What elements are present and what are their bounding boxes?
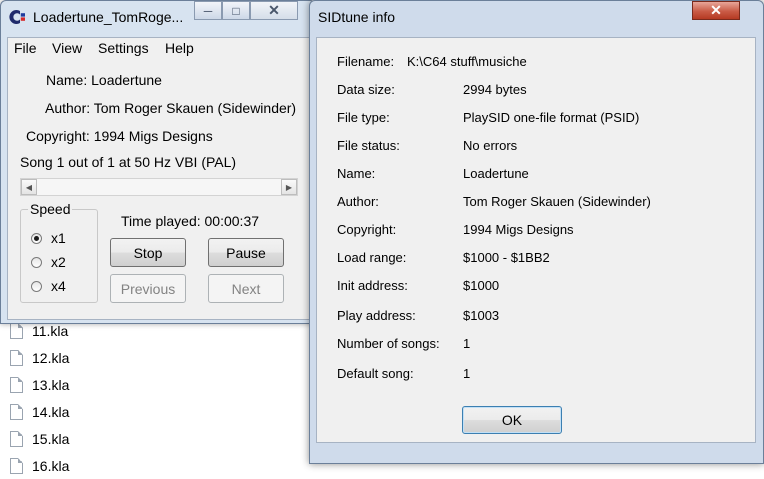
file-row[interactable]: 13.kla bbox=[0, 372, 320, 398]
close-button[interactable]: ✕ bbox=[250, 1, 298, 20]
speed-x1-label: x1 bbox=[51, 230, 66, 246]
file-icon bbox=[10, 431, 23, 447]
file-icon bbox=[10, 404, 23, 420]
filename-value: K:\C64 stuff\musiche bbox=[407, 54, 527, 69]
file-status-value: No errors bbox=[463, 138, 518, 153]
speed-caption: Speed bbox=[28, 201, 73, 217]
song-info: Song 1 out of 1 at 50 Hz VBI (PAL) bbox=[20, 154, 237, 170]
radio-unselected-icon bbox=[31, 256, 42, 268]
file-name: 12.kla bbox=[32, 350, 70, 366]
number-of-songs-value: 1 bbox=[463, 336, 471, 351]
file-name: 15.kla bbox=[32, 431, 70, 447]
filename-label: Filename: bbox=[337, 54, 395, 69]
speed-x2-radio[interactable]: x2 bbox=[31, 254, 66, 270]
player-window: Loadertune_TomRoge... ─ □ ✕ File View Se… bbox=[0, 0, 316, 324]
pause-button[interactable]: Pause bbox=[208, 238, 284, 267]
tune-copyright: Copyright: 1994 Migs Designs bbox=[26, 128, 213, 144]
default-song-value: 1 bbox=[463, 366, 471, 381]
load-range-label: Load range: bbox=[337, 250, 407, 265]
commodore-logo-icon bbox=[9, 10, 25, 24]
file-status-label: File status: bbox=[337, 138, 400, 153]
copyright-value: 1994 Migs Designs bbox=[463, 222, 574, 237]
minimize-icon: ─ bbox=[203, 3, 213, 18]
speed-x1-radio[interactable]: x1 bbox=[31, 230, 66, 246]
ok-button[interactable]: OK bbox=[462, 406, 562, 434]
info-close-button[interactable]: ✕ bbox=[692, 1, 740, 20]
radio-selected-icon bbox=[31, 232, 42, 244]
init-address-label: Init address: bbox=[337, 278, 408, 293]
default-song-label: Default song: bbox=[337, 366, 414, 381]
file-type-label: File type: bbox=[337, 110, 390, 125]
speed-x4-radio[interactable]: x4 bbox=[31, 278, 66, 294]
speed-x2-label: x2 bbox=[51, 254, 66, 270]
data-size-value: 2994 bytes bbox=[463, 82, 527, 97]
number-of-songs-label: Number of songs: bbox=[337, 336, 440, 351]
speed-group: Speed x1 x2 x4 bbox=[20, 201, 98, 303]
song-position-scrollbar[interactable]: ◀ ▶ bbox=[20, 178, 298, 196]
file-icon bbox=[10, 458, 23, 474]
close-icon: ✕ bbox=[268, 2, 280, 18]
stop-button[interactable]: Stop bbox=[110, 238, 186, 267]
menu-file[interactable]: File bbox=[14, 40, 37, 56]
name-label: Name: bbox=[337, 166, 376, 181]
maximize-button[interactable]: □ bbox=[222, 1, 250, 20]
previous-button[interactable]: Previous bbox=[110, 274, 186, 303]
sidtune-info-window: SIDtune info ✕ Filename: K:\C64 stuff\mu… bbox=[309, 0, 764, 464]
file-icon bbox=[10, 323, 23, 339]
file-name: 13.kla bbox=[32, 377, 70, 393]
file-row[interactable]: 15.kla bbox=[0, 426, 320, 452]
data-size-label: Data size: bbox=[337, 82, 395, 97]
speed-x4-label: x4 bbox=[51, 278, 66, 294]
file-name: 14.kla bbox=[32, 404, 70, 420]
file-name: 16.kla bbox=[32, 458, 70, 474]
info-client-area: Filename: K:\C64 stuff\musiche Data size… bbox=[316, 37, 756, 443]
scroll-left-arrow-icon[interactable]: ◀ bbox=[21, 179, 37, 195]
tune-name: Name: Loadertune bbox=[46, 72, 162, 88]
maximize-icon: □ bbox=[232, 3, 240, 18]
copyright-label: Copyright: bbox=[337, 222, 397, 237]
menu-bar: File View Settings Help bbox=[8, 38, 309, 58]
file-icon bbox=[10, 350, 23, 366]
author-value: Tom Roger Skauen (Sidewinder) bbox=[463, 194, 651, 209]
author-label: Author: bbox=[337, 194, 379, 209]
file-row[interactable]: 14.kla bbox=[0, 399, 320, 425]
player-window-title: Loadertune_TomRoge... bbox=[33, 9, 184, 25]
file-row[interactable]: 16.kla bbox=[0, 453, 320, 479]
name-value: Loadertune bbox=[463, 166, 529, 181]
menu-view[interactable]: View bbox=[52, 40, 82, 56]
tune-author: Author: Tom Roger Skauen (Sidewinder) bbox=[45, 100, 297, 116]
menu-settings[interactable]: Settings bbox=[98, 40, 149, 56]
load-range-value: $1000 - $1BB2 bbox=[463, 250, 550, 265]
init-address-value: $1000 bbox=[463, 278, 500, 293]
player-client-area: File View Settings Help Name: Loadertune… bbox=[7, 37, 310, 320]
close-icon: ✕ bbox=[710, 2, 722, 18]
file-type-value: PlaySID one-file format (PSID) bbox=[463, 110, 640, 125]
time-played: Time played: 00:00:37 bbox=[121, 213, 260, 229]
scroll-right-arrow-icon[interactable]: ▶ bbox=[281, 179, 297, 195]
radio-unselected-icon bbox=[31, 280, 42, 292]
menu-help[interactable]: Help bbox=[165, 40, 194, 56]
info-window-title: SIDtune info bbox=[318, 9, 396, 25]
file-name: 11.kla bbox=[32, 323, 69, 339]
play-address-value: $1003 bbox=[463, 308, 500, 323]
file-icon bbox=[10, 377, 23, 393]
play-address-label: Play address: bbox=[337, 308, 416, 323]
file-row[interactable]: 12.kla bbox=[0, 345, 320, 371]
minimize-button[interactable]: ─ bbox=[194, 1, 222, 20]
next-button[interactable]: Next bbox=[208, 274, 284, 303]
